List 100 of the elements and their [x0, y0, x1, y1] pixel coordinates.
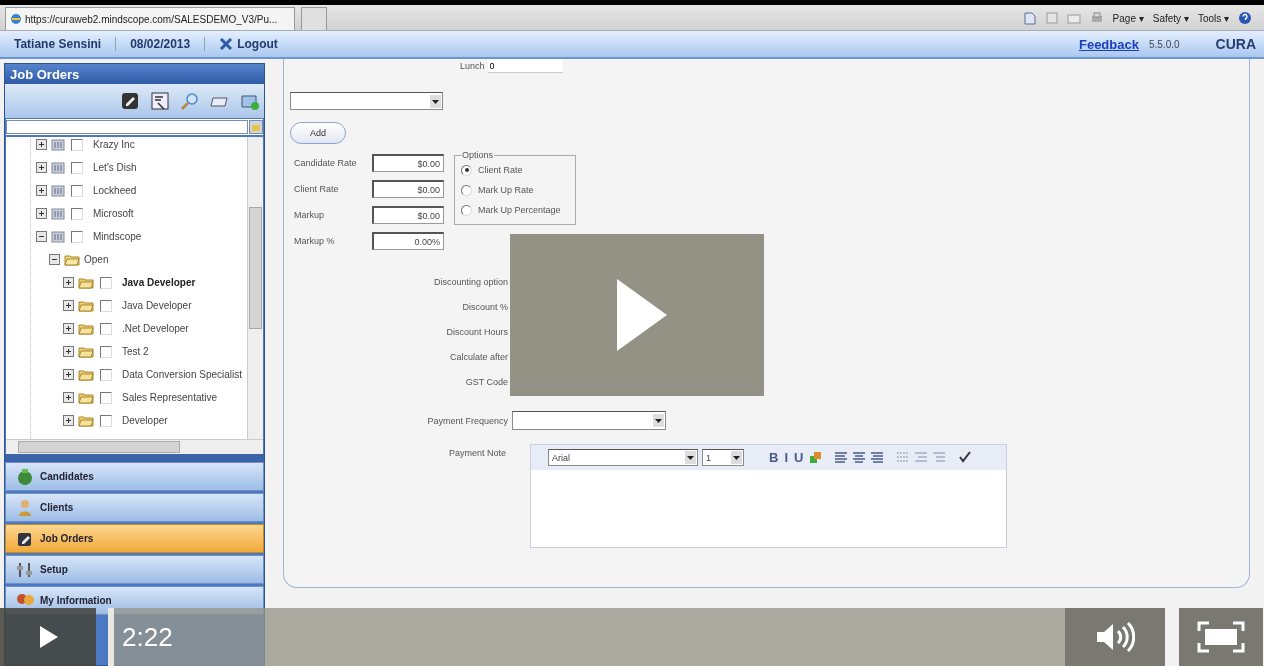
tree-item[interactable]: Java Developer — [122, 300, 192, 311]
field-label: Lunch — [460, 61, 485, 71]
dropdown[interactable] — [512, 411, 666, 430]
bold-button[interactable]: B — [768, 450, 780, 465]
checkbox[interactable] — [100, 322, 112, 335]
scrollbar[interactable] — [6, 439, 263, 454]
option-label[interactable]: Mark Up Rate — [478, 185, 534, 195]
fullscreen-icon — [1197, 621, 1245, 653]
field-label: Discount Hours — [446, 326, 508, 337]
align-center-icon[interactable] — [852, 450, 867, 465]
menu-button[interactable]: Safety ▾ — [1152, 12, 1189, 24]
nav-button[interactable]: Candidates — [5, 462, 264, 491]
checkbox[interactable] — [71, 161, 83, 174]
group-title: Options — [461, 150, 495, 160]
checkbox[interactable] — [71, 184, 83, 197]
input-field[interactable]: $0.00 — [372, 206, 444, 224]
expand-icon[interactable] — [36, 185, 47, 196]
input-field[interactable]: $0.00 — [372, 154, 444, 172]
radio-button[interactable] — [461, 164, 472, 176]
nav-button[interactable]: Setup — [5, 555, 264, 584]
checkbox[interactable] — [100, 345, 112, 358]
play-overlay-button[interactable] — [510, 234, 764, 396]
checkbox[interactable] — [71, 138, 83, 151]
field-label: Client Rate — [294, 184, 340, 194]
field-label: GST Code — [465, 376, 508, 387]
checkbox[interactable] — [100, 414, 112, 427]
expand-icon[interactable] — [63, 415, 74, 426]
browser-tab[interactable]: https://curaweb2.mindscope.com/SALESDEMO_V3/Pu... — [5, 7, 295, 30]
version-text: 5.5.0.0 — [1148, 38, 1180, 50]
help-icon[interactable] — [1238, 11, 1252, 25]
add-button[interactable]: Add — [290, 122, 346, 144]
expand-icon[interactable] — [63, 346, 74, 357]
checkbox[interactable] — [100, 368, 112, 381]
expand-icon[interactable] — [63, 277, 74, 288]
input-field[interactable]: 0 — [487, 59, 563, 73]
edit-icon[interactable] — [120, 91, 140, 111]
input-field[interactable]: 0.00% — [372, 232, 444, 250]
font-dropdown[interactable]: Arial — [548, 449, 698, 466]
option-label[interactable]: Mark Up Percentage — [478, 205, 561, 215]
expand-icon[interactable] — [36, 208, 47, 219]
fullscreen-button[interactable] — [1179, 608, 1263, 666]
logo: CURA — [1215, 36, 1256, 52]
checkbox[interactable] — [71, 207, 83, 220]
caret-icon — [685, 451, 696, 464]
tree-item[interactable]: Test 2 — [122, 346, 149, 357]
collapse-icon[interactable] — [49, 254, 60, 265]
tree-item[interactable]: Microsoft — [93, 208, 134, 219]
collapse-icon[interactable] — [36, 231, 47, 242]
dropdown[interactable] — [290, 92, 443, 110]
logout-button[interactable]: Logout — [219, 37, 278, 51]
expand-icon[interactable] — [36, 162, 47, 173]
menu-button[interactable]: Page ▾ — [1112, 12, 1144, 24]
align-right-icon[interactable] — [870, 450, 885, 465]
expand-icon[interactable] — [63, 323, 74, 334]
search-field[interactable] — [6, 120, 248, 134]
splitter-handle[interactable] — [5, 454, 264, 462]
search-icon[interactable] — [180, 91, 200, 111]
tree-item[interactable]: Sales Representative — [122, 392, 218, 403]
person-icon — [16, 498, 34, 517]
checkbox[interactable] — [100, 391, 112, 404]
document-icon[interactable] — [150, 91, 170, 111]
date-text: 08/02/2013 — [130, 37, 191, 51]
expand-icon[interactable] — [63, 300, 74, 311]
size-dropdown[interactable]: 1 — [702, 449, 744, 466]
volume-button[interactable] — [1065, 608, 1165, 666]
checkbox[interactable] — [71, 230, 83, 243]
tree-item[interactable]: Open — [84, 254, 109, 265]
radio-button[interactable] — [461, 204, 472, 216]
field-label: Payment Frequency — [427, 415, 508, 426]
checkbox[interactable] — [100, 299, 112, 312]
play-button[interactable] — [0, 608, 96, 666]
tree-item[interactable]: Developer — [122, 415, 168, 426]
check-icon[interactable] — [958, 450, 973, 465]
tree-item[interactable]: Let's Dish — [93, 162, 137, 173]
checkbox[interactable] — [100, 276, 112, 289]
nav-button[interactable]: Clients — [5, 493, 264, 522]
underline-button[interactable]: U — [793, 450, 805, 465]
italic-button[interactable]: I — [783, 450, 789, 465]
expand-icon[interactable] — [36, 139, 47, 150]
nav-button[interactable]: Job Orders — [5, 524, 264, 553]
tree-item[interactable]: Krazy Inc — [93, 139, 135, 150]
expand-icon[interactable] — [63, 369, 74, 380]
field-label: Calculate after — [449, 351, 508, 362]
tree-item[interactable]: Data Conversion Specialist — [122, 369, 243, 380]
tree-item[interactable]: Lockheed — [93, 185, 137, 196]
tree-item[interactable]: .Net Developer — [122, 323, 189, 334]
expand-icon[interactable] — [63, 392, 74, 403]
input-field[interactable]: $0.00 — [372, 180, 444, 198]
option-label[interactable]: Client Rate — [478, 165, 523, 175]
tree-item[interactable]: Java Developer — [122, 277, 196, 288]
feedback-link[interactable]: Feedback — [1078, 36, 1139, 52]
menu-button[interactable]: Tools ▾ — [1197, 12, 1229, 24]
field-label: Payment Note — [447, 448, 506, 458]
scrollbar[interactable] — [247, 137, 263, 439]
align-left-icon[interactable] — [834, 450, 849, 465]
field-label: Candidate Rate — [294, 158, 358, 168]
radio-button[interactable] — [461, 184, 472, 196]
color-icon[interactable] — [808, 450, 823, 465]
tree-item[interactable]: Mindscope — [93, 231, 142, 242]
field-label: Markup — [294, 210, 325, 220]
